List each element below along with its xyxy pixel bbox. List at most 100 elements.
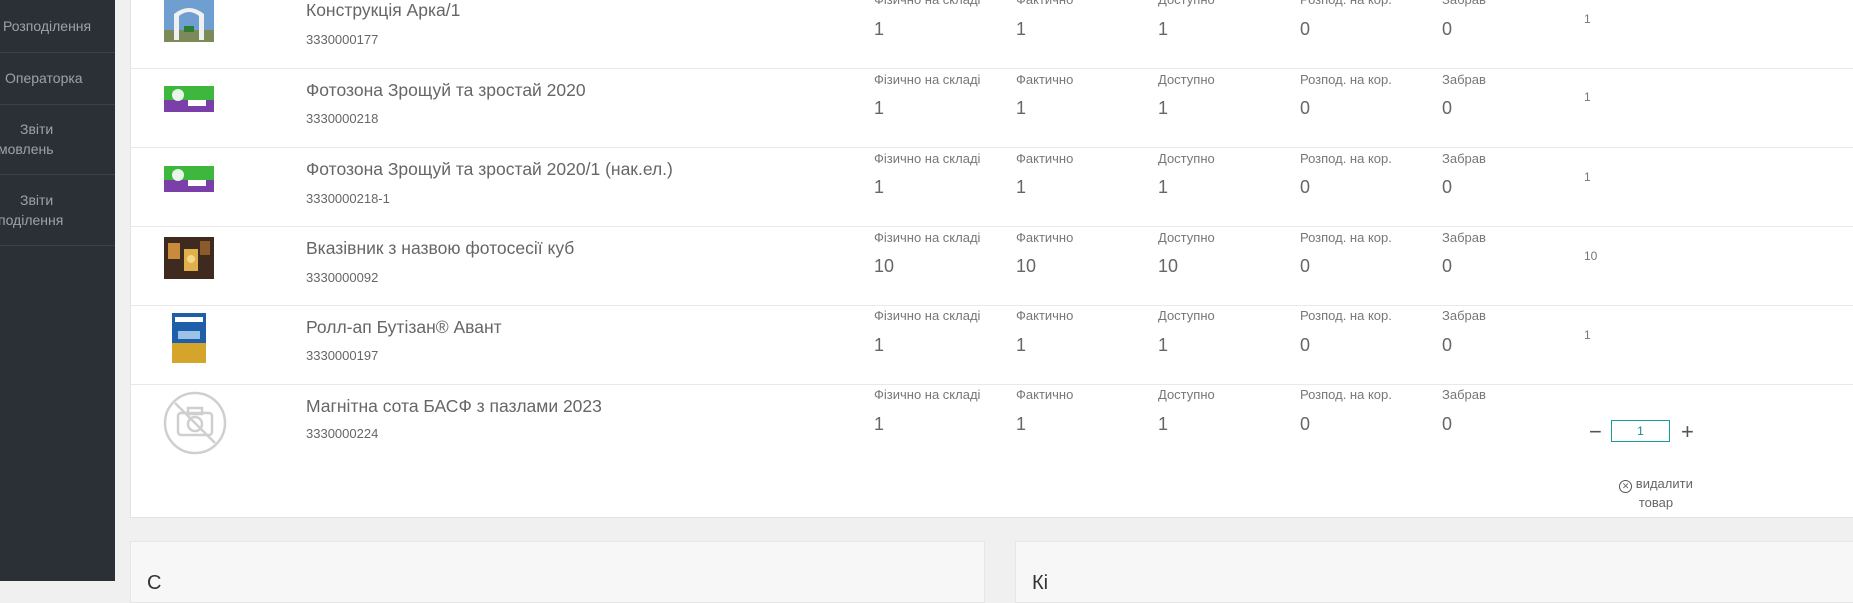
product-name[interactable]: Вказівник з назвою фотосесії куб bbox=[306, 238, 574, 259]
sidebar-item-label: Розподілення bbox=[3, 18, 92, 34]
stock-taken: 0 bbox=[1442, 414, 1453, 434]
stock-label-actual: Фактично bbox=[1016, 0, 1073, 7]
stock-label-taken: Забрав bbox=[1442, 230, 1486, 245]
stock-label-taken: Забрав bbox=[1442, 308, 1486, 323]
stock-physical: 1 bbox=[874, 414, 885, 434]
bottom-panel-right: Кі bbox=[1015, 541, 1853, 603]
stock-actual: 1 bbox=[1016, 177, 1027, 197]
sidebar-item-label: Звіти bbox=[20, 192, 54, 208]
stock-label-distributed: Розпод. на кор. bbox=[1300, 230, 1392, 245]
cart-quantity: 1 bbox=[1584, 170, 1591, 184]
product-sku: 3330000218-1 bbox=[306, 191, 390, 206]
sidebar-item-label: мовлень bbox=[0, 141, 54, 157]
stock-label-distributed: Розпод. на кор. bbox=[1300, 308, 1392, 323]
stock-actual: 1 bbox=[1016, 98, 1027, 118]
remove-circle-icon: ✕ bbox=[1619, 480, 1633, 493]
stock-distributed: 0 bbox=[1300, 19, 1311, 39]
stock-actual: 1 bbox=[1016, 335, 1027, 355]
stock-available: 1 bbox=[1158, 98, 1169, 118]
remove-product-button[interactable]: ✕ видалити товар bbox=[1601, 474, 1711, 512]
sidebar-item-distribution-reports[interactable]: Звіти поділення bbox=[0, 175, 115, 246]
product-name[interactable]: Ролл-ап Бутізан® Авант bbox=[306, 317, 502, 338]
product-sku: 3330000224 bbox=[306, 426, 379, 441]
stock-label-actual: Фактично bbox=[1016, 387, 1074, 402]
sidebar-item-order-reports[interactable]: Звіти мовлень bbox=[0, 105, 115, 175]
stock-label-distributed: Розпод. на кор. bbox=[1300, 72, 1392, 87]
product-name[interactable]: Фотозона Зрощуй та зростай 2020 bbox=[306, 80, 586, 101]
stock-label-taken: Забрав bbox=[1442, 0, 1486, 7]
product-name[interactable]: Конструкція Арка/1 bbox=[306, 0, 460, 21]
stock-actual: 1 bbox=[1016, 19, 1027, 39]
product-image bbox=[164, 0, 214, 42]
stock-label-available: Доступно bbox=[1158, 72, 1215, 87]
stock-label-available: Доступно bbox=[1158, 151, 1215, 166]
product-name[interactable]: Магнітна сота БАСФ з пазлами 2023 bbox=[306, 396, 602, 417]
stock-available: 1 bbox=[1158, 177, 1169, 197]
stock-label-available: Доступно bbox=[1158, 308, 1215, 323]
sidebar-item-label: поділення bbox=[0, 212, 64, 228]
increment-button[interactable]: + bbox=[1681, 419, 1694, 445]
stock-taken: 0 bbox=[1442, 98, 1453, 118]
stock-taken: 0 bbox=[1442, 19, 1453, 39]
sidebar-item-operator[interactable]: Операторка bbox=[0, 53, 115, 105]
product-row: Фотозона Зрощуй та зростай 2020/1 (нак.е… bbox=[131, 148, 1853, 227]
remove-label: видалити bbox=[1635, 476, 1693, 491]
stock-label-distributed: Розпод. на кор. bbox=[1300, 0, 1392, 7]
panel-title: Кі bbox=[1032, 572, 1049, 594]
stock-distributed: 0 bbox=[1300, 256, 1311, 276]
stock-label-taken: Забрав bbox=[1442, 72, 1486, 87]
product-image bbox=[164, 237, 214, 279]
cart-quantity: 1 bbox=[1584, 90, 1591, 104]
no-photo-icon bbox=[163, 391, 227, 455]
sidebar-item-label: Операторка bbox=[5, 70, 83, 86]
sidebar-item-distribution[interactable]: Розподілення bbox=[0, 0, 115, 53]
sidebar: Розподілення Операторка Звіти мовлень Зв… bbox=[0, 0, 115, 581]
stock-actual: 10 bbox=[1016, 256, 1037, 276]
remove-label: товар bbox=[1638, 495, 1674, 510]
stock-label-physical: Фізично на складі bbox=[874, 72, 981, 87]
product-image bbox=[164, 86, 214, 112]
stock-label-actual: Фактично bbox=[1016, 151, 1074, 166]
stock-label-actual: Фактично bbox=[1016, 230, 1074, 245]
product-sku: 3330000197 bbox=[306, 348, 379, 363]
cart-quantity: 1 bbox=[1584, 328, 1591, 342]
stock-label-distributed: Розпод. на кор. bbox=[1300, 387, 1392, 402]
quantity-stepper: − + bbox=[1589, 419, 1709, 445]
stock-physical: 10 bbox=[874, 256, 895, 276]
bottom-panel-left: С bbox=[130, 541, 985, 603]
stock-physical: 1 bbox=[874, 19, 885, 39]
stock-taken: 0 bbox=[1442, 335, 1453, 355]
stock-label-physical: Фізично на складі bbox=[874, 0, 980, 7]
stock-label-available: Доступно bbox=[1158, 0, 1215, 7]
stock-label-physical: Фізично на складі bbox=[874, 387, 981, 402]
stock-available: 1 bbox=[1158, 335, 1169, 355]
product-row: Ролл-ап Бутізан® Авант 3330000197 Фізичн… bbox=[131, 306, 1853, 385]
stock-taken: 0 bbox=[1442, 177, 1453, 197]
stock-label-taken: Забрав bbox=[1442, 387, 1486, 402]
product-name[interactable]: Фотозона Зрощуй та зростай 2020/1 (нак.е… bbox=[306, 159, 673, 180]
stock-distributed: 0 bbox=[1300, 414, 1311, 434]
product-sku: 3330000092 bbox=[306, 270, 379, 285]
stock-physical: 1 bbox=[874, 335, 885, 355]
stock-label-physical: Фізично на складі bbox=[874, 151, 981, 166]
sidebar-item-label: Звіти bbox=[20, 121, 54, 137]
stock-distributed: 0 bbox=[1300, 98, 1311, 118]
product-sku: 3330000177 bbox=[306, 32, 379, 47]
stock-physical: 1 bbox=[874, 98, 885, 118]
quantity-input[interactable] bbox=[1611, 420, 1670, 442]
stock-actual: 1 bbox=[1016, 414, 1027, 434]
product-row: Магнітна сота БАСФ з пазлами 2023 333000… bbox=[131, 385, 1853, 516]
stock-label-taken: Забрав bbox=[1442, 151, 1486, 166]
stock-label-physical: Фізично на складі bbox=[874, 308, 981, 323]
product-sku: 3330000218 bbox=[306, 111, 379, 126]
product-list: Конструкція Арка/1 3330000177 Фізично на… bbox=[130, 0, 1853, 518]
stock-physical: 1 bbox=[874, 177, 885, 197]
stock-taken: 0 bbox=[1442, 256, 1453, 276]
stock-label-physical: Фізично на складі bbox=[874, 230, 981, 245]
cart-quantity: 1 bbox=[1584, 12, 1591, 26]
product-image bbox=[164, 166, 214, 192]
stock-label-available: Доступно bbox=[1158, 230, 1215, 245]
stock-distributed: 0 bbox=[1300, 335, 1311, 355]
decrement-button[interactable]: − bbox=[1589, 419, 1602, 445]
stock-available: 10 bbox=[1158, 256, 1179, 276]
